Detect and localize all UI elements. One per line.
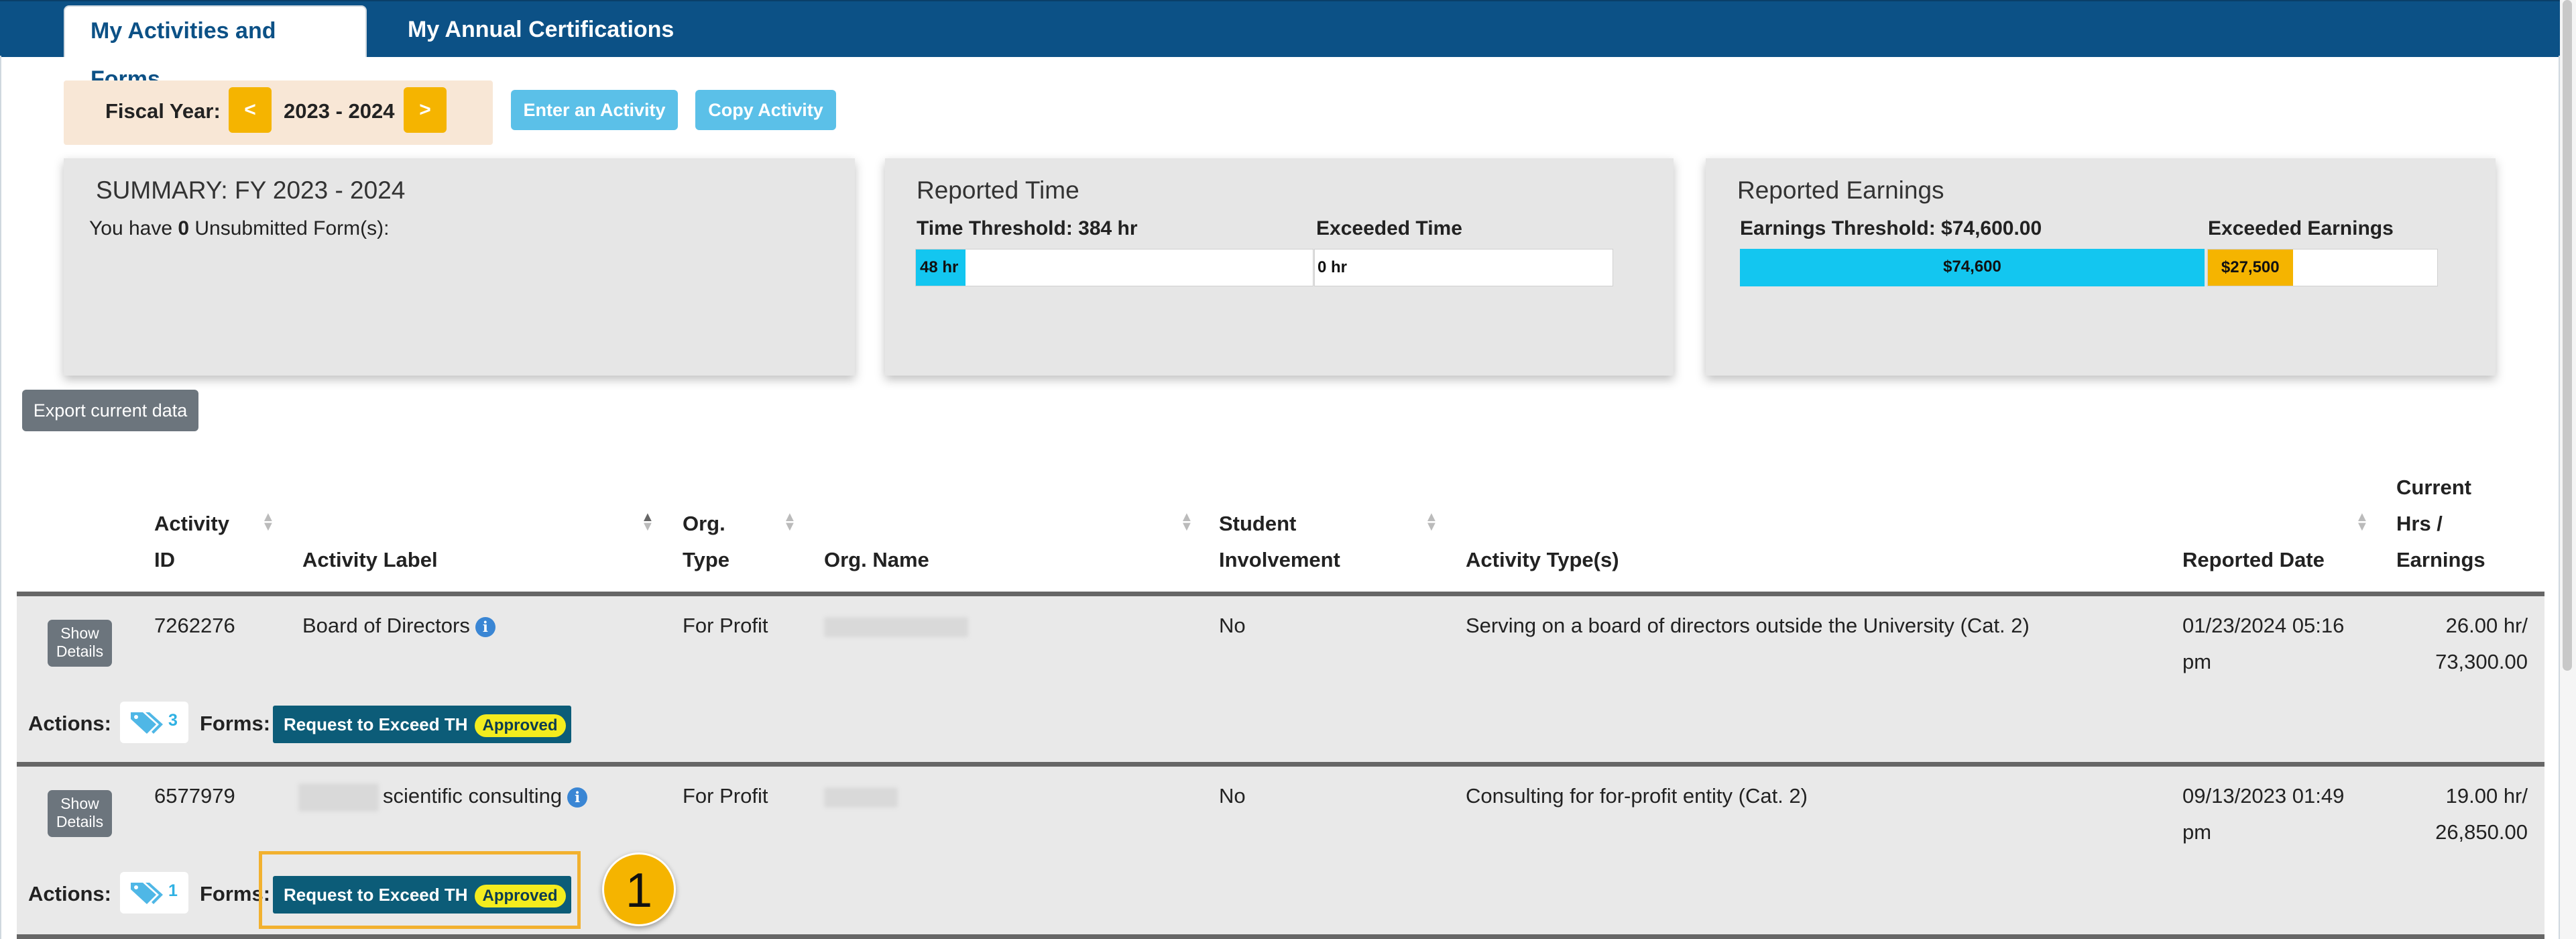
student-involvement: No — [1219, 784, 1246, 808]
reported-time-title: Reported Time — [917, 176, 1079, 204]
sort-icon[interactable]: ▲ ▼ — [783, 510, 797, 533]
row-divider — [17, 934, 2544, 939]
exceeded-time-bar: 0 hr — [1314, 249, 1613, 286]
exceeded-earnings-fill: $27,500 — [2208, 250, 2293, 286]
sort-icon[interactable]: ▲ ▼ — [1425, 510, 1438, 533]
fiscal-year-label: Fiscal Year: — [105, 99, 221, 123]
activity-label-cell: scientific consulting i — [298, 778, 588, 814]
approved-status-badge: Approved — [474, 714, 566, 738]
time-threshold-bar: 48 hr — [915, 249, 1313, 286]
activity-id: 6577979 — [154, 784, 235, 808]
tag-icon — [131, 712, 163, 734]
highlight-box — [259, 851, 581, 929]
label-prefix-redacted — [298, 783, 379, 812]
actions-label: Actions: — [28, 882, 111, 905]
exceeded-earnings-label: Exceeded Earnings — [2208, 217, 2394, 239]
header-org-name[interactable]: Org. Name — [824, 542, 929, 578]
tag-count: 1 — [168, 881, 178, 900]
summary-panel: SUMMARY: FY 2023 - 2024 You have 0 Unsub… — [64, 158, 855, 376]
tab-my-annual-certifications[interactable]: My Annual Certifications — [382, 5, 699, 57]
exceeded-time-value: 0 hr — [1318, 258, 1348, 276]
next-year-button[interactable]: > — [404, 87, 447, 133]
org-type: For Profit — [683, 784, 768, 808]
header-org-type[interactable]: Org. Type — [683, 506, 729, 578]
info-icon[interactable]: i — [567, 787, 588, 808]
student-involvement: No — [1219, 614, 1246, 637]
unsubmitted-count: 0 — [178, 217, 190, 239]
header-current-hrs-earnings[interactable]: Current Hrs / Earnings — [2396, 470, 2485, 578]
time-threshold-fill: 48 hr — [916, 250, 965, 286]
sort-icon[interactable]: ▲ ▼ — [2355, 510, 2369, 533]
table-header-divider — [17, 592, 2544, 596]
activity-id: 7262276 — [154, 614, 235, 637]
org-name-redacted — [824, 608, 968, 644]
time-threshold-label: Time Threshold: 384 hr — [917, 217, 1138, 239]
tag-count: 3 — [168, 711, 178, 730]
fiscal-year-selector: Fiscal Year: < 2023 - 2024 > — [64, 80, 493, 145]
reported-time-panel: Reported Time Time Threshold: 384 hr Exc… — [885, 158, 1674, 376]
tag-icon — [131, 883, 163, 904]
fiscal-year-value: 2023 - 2024 — [284, 99, 395, 123]
earnings-threshold-label: Earnings Threshold: $74,600.00 — [1740, 217, 2042, 239]
previous-year-button[interactable]: < — [229, 87, 272, 133]
tab-my-activities-and-forms[interactable]: My Activities and Forms — [64, 5, 367, 92]
earnings-threshold-fill: $74,600 — [1740, 249, 2205, 286]
info-icon[interactable]: i — [475, 616, 495, 637]
header-activity-id[interactable]: Activity ID — [154, 506, 229, 578]
header-reported-date[interactable]: Reported Date — [2182, 542, 2325, 578]
summary-title: SUMMARY: FY 2023 - 2024 — [96, 176, 406, 204]
export-current-data-button[interactable]: Export current data — [22, 390, 198, 431]
header-student-involvement[interactable]: Student Involvement — [1219, 506, 1340, 578]
scrollbar-thumb[interactable] — [2563, 0, 2572, 671]
org-type: For Profit — [683, 614, 768, 637]
enter-activity-button[interactable]: Enter an Activity — [511, 90, 678, 130]
reported-date: 09/13/2023 01:49 pm — [2182, 784, 2345, 844]
activity-types: Serving on a board of directors outside … — [1466, 614, 2030, 637]
show-details-button[interactable]: Show Details — [48, 790, 112, 837]
header-activity-label[interactable]: Activity Label — [302, 542, 438, 578]
request-to-exceed-form-badge[interactable]: Request to Exceed TH Approved — [273, 706, 571, 743]
sort-icon[interactable]: ▲ ▼ — [1180, 510, 1193, 533]
show-details-button[interactable]: Show Details — [48, 620, 112, 667]
current-hrs-earnings: 19.00 hr/26,850.00 — [2435, 784, 2528, 844]
sort-icon[interactable]: ▲ ▼ — [261, 510, 275, 533]
unsubmitted-forms-text: You have 0 Unsubmitted Form(s): — [89, 217, 390, 239]
copy-activity-button[interactable]: Copy Activity — [695, 90, 836, 130]
exceeded-time-label: Exceeded Time — [1316, 217, 1462, 239]
row-divider — [17, 762, 2544, 767]
earnings-threshold-bar: $74,600 — [1740, 249, 2205, 286]
activity-types: Consulting for for-profit entity (Cat. 2… — [1466, 784, 1808, 808]
reported-date: 01/23/2024 05:16 pm — [2182, 614, 2345, 673]
activity-label-cell: Board of Directors i — [302, 608, 495, 644]
callout-number-badge: 1 — [602, 852, 676, 926]
forms-label: Forms: — [200, 712, 271, 735]
top-tab-bar: My Activities and Forms My Annual Certif… — [0, 0, 2576, 92]
header-activity-types[interactable]: Activity Type(s) — [1466, 542, 1619, 578]
reported-earnings-panel: Reported Earnings Earnings Threshold: $7… — [1706, 158, 2496, 376]
exceeded-earnings-bar: $27,500 — [2207, 249, 2438, 286]
org-name-redacted — [824, 778, 898, 814]
actions-label: Actions: — [28, 712, 111, 735]
current-hrs-earnings: 26.00 hr/73,300.00 — [2435, 614, 2528, 673]
tags-button[interactable]: 3 — [120, 702, 188, 743]
frame-left-border — [0, 56, 1, 939]
reported-earnings-title: Reported Earnings — [1737, 176, 1944, 204]
sort-icon-active[interactable]: ▲ ▼ — [641, 510, 654, 533]
table-row: Show Details 7262276 Board of Directors i… — [17, 596, 2544, 762]
tags-button[interactable]: 1 — [120, 872, 188, 914]
